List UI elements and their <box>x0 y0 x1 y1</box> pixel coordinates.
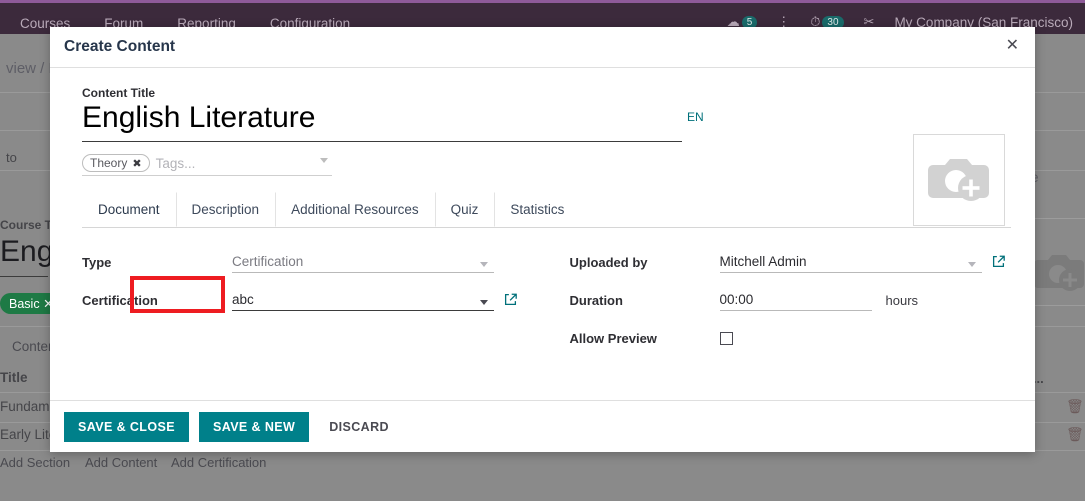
field-allow-preview-row: Allow Preview <box>570 324 1012 352</box>
bg-column-header-title: Title <box>0 370 28 385</box>
bg-course-title-underline <box>0 276 48 277</box>
allow-preview-checkbox[interactable] <box>719 331 733 345</box>
content-title-block: Content Title EN <box>82 86 704 142</box>
duration-input[interactable] <box>719 289 872 311</box>
field-uploaded-by-control[interactable] <box>719 251 1012 273</box>
tags-placeholder: Tags... <box>155 155 196 171</box>
content-image-placeholder[interactable] <box>913 134 1005 226</box>
content-title-label: Content Title <box>82 86 156 100</box>
tags-input-row[interactable]: Theory ✖ Tags... <box>82 154 332 176</box>
tag-theory[interactable]: Theory ✖ <box>82 154 150 172</box>
save-and-new-button[interactable]: SAVE & NEW <box>198 411 310 442</box>
uploaded-by-input[interactable] <box>719 251 982 273</box>
trash-icon[interactable]: 🗑 <box>1066 426 1084 443</box>
tab-bar[interactable]: Document Description Additional Resource… <box>82 192 1011 228</box>
bg-add-content-link[interactable]: Add Content <box>85 455 157 470</box>
bg-tag-basic-label: Basic <box>9 297 40 311</box>
form-sheet: Content Title EN Theory ✖ Tags... Docume… <box>50 68 1035 362</box>
field-duration-row: Duration hours <box>570 286 1012 314</box>
certification-input[interactable] <box>232 289 494 311</box>
tab-document[interactable]: Document <box>82 192 176 227</box>
field-type-row: Type <box>82 248 524 276</box>
field-type-label: Type <box>82 254 112 270</box>
bg-add-section-link[interactable]: Add Section <box>0 455 70 470</box>
bg-row-2[interactable]: Early Lite <box>0 427 56 442</box>
close-icon[interactable]: ✕ <box>1006 38 1019 54</box>
field-allow-preview-control[interactable] <box>719 331 1012 345</box>
fields-grid: Type Certification Certification abc Upl… <box>82 248 1011 362</box>
field-type-control[interactable] <box>232 251 524 273</box>
type-chevron-down-icon[interactable] <box>480 261 488 267</box>
create-content-dialog: Create Content ✕ Content Title EN Theory… <box>50 27 1035 452</box>
type-input[interactable] <box>232 251 494 273</box>
tab-statistics[interactable]: Statistics <box>494 192 580 227</box>
field-allow-preview-label: Allow Preview <box>569 330 657 346</box>
bg-row-1[interactable]: Fundame <box>0 399 57 414</box>
bg-go-to-website-line1: to <box>6 150 17 165</box>
content-title-input[interactable] <box>82 101 682 142</box>
field-duration-label: Duration <box>569 292 623 308</box>
camera-add-icon <box>1032 248 1085 301</box>
dialog-header: Create Content ✕ <box>50 27 1035 68</box>
trash-icon[interactable]: 🗑 <box>1066 398 1084 415</box>
screen: Courses Forum Reporting Configuration ☁ … <box>0 0 1085 501</box>
discard-button[interactable]: DISCARD <box>319 412 399 442</box>
certification-chevron-down-icon[interactable] <box>480 299 488 305</box>
field-uploaded-by-row: Uploaded by <box>570 248 1012 276</box>
bg-course-title-label: Course Ti <box>0 218 56 232</box>
tab-quiz[interactable]: Quiz <box>434 192 495 227</box>
camera-add-icon <box>926 151 992 210</box>
field-certification-row: Certification <box>82 286 524 314</box>
field-certification-label: Certification <box>82 292 158 308</box>
field-certification-control[interactable] <box>232 289 524 311</box>
tab-additional-resources[interactable]: Additional Resources <box>275 192 435 227</box>
fields-column-right: Uploaded by Mitchell Admin Duration 00:0… <box>570 248 1012 362</box>
chevron-down-icon[interactable] <box>320 158 328 163</box>
save-and-close-button[interactable]: SAVE & CLOSE <box>64 411 189 442</box>
language-badge[interactable]: EN <box>687 110 704 124</box>
tag-theory-label: Theory <box>90 156 128 170</box>
field-duration-control[interactable]: hours <box>719 289 1012 311</box>
duration-unit-label: hours <box>885 292 919 308</box>
uploaded-by-external-link-icon[interactable] <box>992 255 1005 272</box>
certification-external-link-icon[interactable] <box>504 293 517 310</box>
dialog-body: Content Title EN Theory ✖ Tags... Docume… <box>50 68 1035 400</box>
tab-description[interactable]: Description <box>175 192 276 227</box>
bg-add-certification-link[interactable]: Add Certification <box>171 455 266 470</box>
tag-theory-remove-icon[interactable]: ✖ <box>132 157 141 170</box>
dialog-footer: SAVE & CLOSE SAVE & NEW DISCARD <box>50 400 1035 452</box>
field-uploaded-by-label: Uploaded by <box>569 254 648 270</box>
uploaded-by-chevron-down-icon[interactable] <box>967 261 976 267</box>
fields-column-left: Type Certification <box>82 248 524 362</box>
dialog-title: Create Content <box>64 38 176 55</box>
